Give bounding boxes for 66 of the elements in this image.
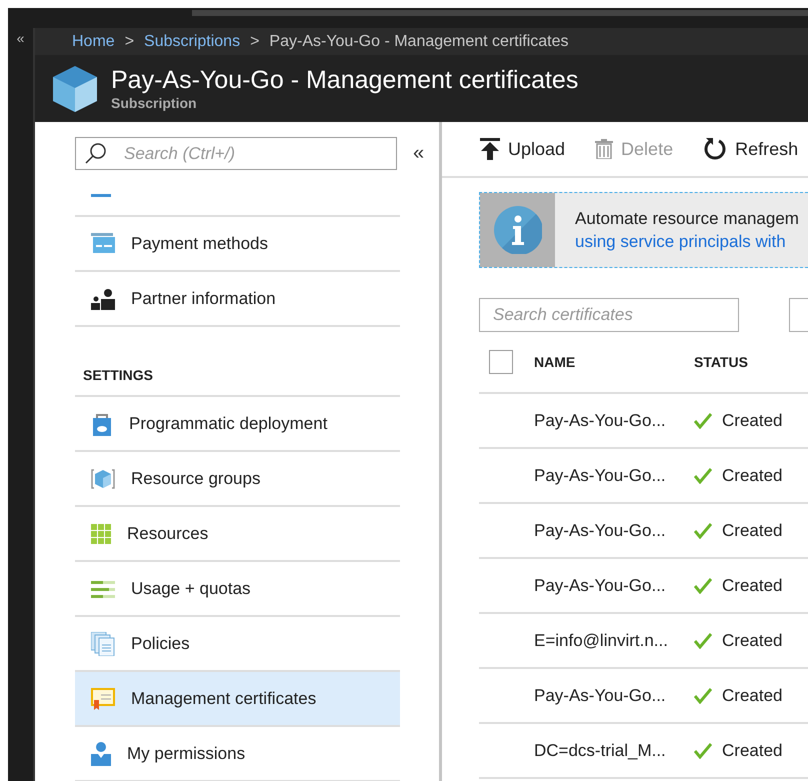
status-text: Created [722,740,782,760]
search-icon [85,142,107,164]
menu-item[interactable]: Resources [75,507,400,562]
breadcrumb-link[interactable]: Subscriptions [144,32,240,50]
shopping-bag-icon [91,412,113,436]
menu-item[interactable]: Usage + quotas [75,562,400,617]
table-cell-text: DC=dcs-trial_M... [534,740,667,760]
column-header: STATUS [694,354,749,370]
upload-icon [480,138,500,160]
certificate-icon [91,688,115,710]
status-text: Created [722,520,782,540]
toolbar-button[interactable]: Upload [480,138,566,160]
cube-icon [53,66,97,112]
banner-text: Automate resource managem [575,208,799,230]
grid-icon [91,524,111,544]
slider-bars-icon [91,578,115,598]
menu-item[interactable]: My permissions [75,727,400,781]
check-icon [694,412,712,428]
breadcrumb-current: Pay-As-You-Go - Management certificates [269,32,569,50]
table-cell-text: Pay-As-You-Go... [534,466,667,486]
scroll-bar[interactable] [192,10,808,16]
status-text: Created [722,630,782,650]
status-text: Created [722,410,782,430]
check-icon [694,632,712,648]
select-all-checkbox[interactable] [489,350,513,374]
check-icon [694,742,712,758]
menu-item[interactable]: Partner information [75,272,400,327]
table-cell-text: Pay-As-You-Go... [534,686,667,706]
refresh-icon [703,137,728,161]
banner-link[interactable]: using service principals with [575,230,799,253]
section-heading: SETTINGS [75,327,400,397]
check-icon [694,468,712,484]
check-icon [694,688,712,704]
menu-item[interactable]: Management certificates [75,672,400,727]
breadcrumb-link[interactable]: Home [72,32,115,50]
page-title: Pay-As-You-Go - Management certificates [111,66,578,95]
breadcrumb-separator: > [250,32,260,50]
search-field[interactable]: Search (Ctrl+/) [75,137,397,170]
expand-glyph[interactable]: « [16,30,24,46]
menu-item[interactable]: Resource groups [75,452,400,507]
partial-icon [91,194,111,197]
status-text: Created [722,686,782,706]
table-cell-text: Pay-As-You-Go... [534,520,667,540]
table-cell-text: Pay-As-You-Go... [534,410,667,430]
toolbar-button[interactable]: Refresh [703,137,798,161]
trash-icon [595,139,614,159]
credit-card-icon [91,232,115,254]
table-cell-text: Pay-As-You-Go... [534,576,667,596]
check-icon [694,522,712,538]
collapse-button[interactable]: « [409,142,428,165]
menu-item[interactable]: Payment methods [75,217,400,272]
search-field[interactable]: Search certificates [479,298,740,332]
filter-field[interactable] [789,298,808,332]
page-subtitle: Subscription [111,95,198,111]
check-icon [694,578,712,594]
breadcrumb-separator: > [124,32,134,50]
status-text: Created [722,576,782,596]
documents-icon [91,632,115,656]
info-icon [494,206,542,254]
menu-item[interactable]: Programmatic deployment [75,397,400,452]
column-header: NAME [534,354,576,370]
people-icon [91,288,115,310]
status-text: Created [722,466,782,486]
cube-icon [91,468,115,490]
person-icon [91,742,111,766]
table-cell-text: E=info@linvirt.n... [534,630,669,650]
